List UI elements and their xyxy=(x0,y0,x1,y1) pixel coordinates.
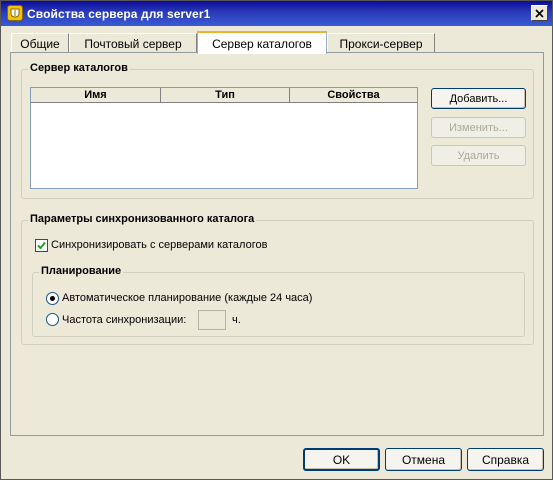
sync-frequency-radio[interactable] xyxy=(46,313,59,326)
schedule-group: Планирование Автоматическое планирование… xyxy=(32,265,525,337)
tab-general[interactable]: Общие xyxy=(11,33,69,53)
add-button[interactable]: Добавить... xyxy=(431,88,526,109)
tab-mail-server[interactable]: Почтовый сервер xyxy=(69,33,197,53)
auto-schedule-label[interactable]: Автоматическое планирование (каждые 24 ч… xyxy=(62,292,312,304)
directory-servers-group-title: Сервер каталогов xyxy=(28,62,130,74)
schedule-group-title: Планирование xyxy=(39,265,124,277)
checkmark-icon xyxy=(37,241,46,250)
sync-frequency-unit: ч. xyxy=(232,314,241,326)
column-header-name[interactable]: Имя xyxy=(31,88,161,102)
window-title: Свойства сервера для server1 xyxy=(27,7,211,21)
help-button[interactable]: Справка xyxy=(467,448,544,471)
delete-button[interactable]: Удалить xyxy=(431,145,526,166)
sync-frequency-input[interactable] xyxy=(198,310,226,330)
list-header: Имя Тип Свойства xyxy=(31,88,417,103)
directory-servers-group: Сервер каталогов Имя Тип Свойства Добави… xyxy=(21,62,534,199)
directory-servers-list[interactable]: Имя Тип Свойства xyxy=(30,87,418,189)
cancel-button[interactable]: Отмена xyxy=(385,448,462,471)
close-button[interactable] xyxy=(531,5,548,21)
sync-checkbox[interactable] xyxy=(35,239,48,252)
sync-checkbox-label[interactable]: Синхронизировать с серверами каталогов xyxy=(51,239,267,251)
edit-button[interactable]: Изменить... xyxy=(431,117,526,138)
column-header-type[interactable]: Тип xyxy=(161,88,290,102)
sync-frequency-label[interactable]: Частота синхронизации: xyxy=(62,314,186,326)
auto-schedule-radio[interactable] xyxy=(46,292,59,305)
column-header-properties[interactable]: Свойства xyxy=(290,88,417,102)
tab-panel: Сервер каталогов Имя Тип Свойства Добави… xyxy=(10,52,544,436)
tab-directory-server[interactable]: Сервер каталогов xyxy=(197,31,327,54)
title-bar[interactable]: Свойства сервера для server1 xyxy=(1,1,552,26)
close-icon xyxy=(535,8,544,18)
tab-proxy-server[interactable]: Прокси-сервер xyxy=(327,33,435,53)
sync-group: Параметры синхронизованного каталога Син… xyxy=(21,213,534,345)
server-properties-dialog: Свойства сервера для server1 Общие Почто… xyxy=(0,0,553,480)
ok-button[interactable]: OK xyxy=(303,448,380,471)
sync-group-title: Параметры синхронизованного каталога xyxy=(28,213,257,225)
app-icon xyxy=(7,5,23,21)
